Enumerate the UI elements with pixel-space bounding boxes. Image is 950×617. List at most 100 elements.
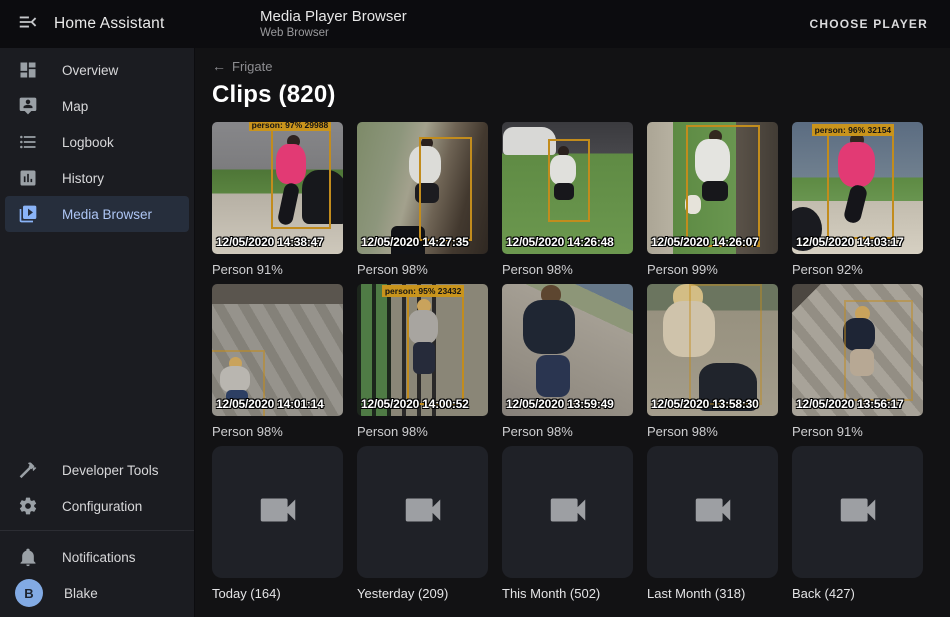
sidebar-item-label: Media Browser [62, 207, 152, 222]
folder-card: Back (427) [792, 446, 923, 601]
detection-bbox [689, 284, 762, 405]
sidebar-item-label: Overview [62, 63, 118, 78]
sidebar: Overview Map Logbook History Media Brows… [0, 48, 195, 617]
sidebar-item-overview[interactable]: Overview [5, 52, 189, 88]
sidebar-item-developer-tools[interactable]: Developer Tools [5, 452, 189, 488]
sidebar-item-profile[interactable]: B Blake [5, 575, 189, 611]
menu-open-icon [17, 11, 39, 38]
clip-caption: Person 98% [212, 424, 343, 439]
clip-card: 12/05/2020 14:01:14 Person 98% [212, 284, 343, 439]
folder-card: Last Month (318) [647, 446, 778, 601]
clip-caption: Person 99% [647, 262, 778, 277]
choose-player-button[interactable]: CHOOSE PLAYER [801, 9, 936, 39]
clip-card: 12/05/2020 13:58:30 Person 98% [647, 284, 778, 439]
clip-caption: Person 98% [502, 424, 633, 439]
detection-bbox: person: 96% 32154 [827, 134, 894, 240]
app-title: Home Assistant [54, 15, 164, 33]
scene-shape [523, 300, 575, 354]
clip-card: person: 95% 23432 12/05/2020 14:00:52 Pe… [357, 284, 488, 439]
folder-label: Back (427) [792, 586, 923, 601]
folder-label: Last Month (318) [647, 586, 778, 601]
clip-caption: Person 98% [357, 262, 488, 277]
video-camera-icon [835, 487, 881, 538]
sidebar-item-label: Logbook [62, 135, 114, 150]
detection-bbox [686, 125, 759, 248]
clip-caption: Person 98% [647, 424, 778, 439]
folder-tile[interactable] [502, 446, 633, 578]
sidebar-item-label: Notifications [62, 550, 136, 565]
clip-timestamp: 12/05/2020 14:26:07 [651, 235, 759, 249]
clip-card: person: 97% 29988 12/05/2020 14:38:47 Pe… [212, 122, 343, 277]
sidebar-item-label: History [62, 171, 104, 186]
clip-timestamp: 12/05/2020 14:01:14 [216, 397, 324, 411]
folder-card: This Month (502) [502, 446, 633, 601]
sidebar-toggle-button[interactable] [16, 12, 40, 36]
clip-timestamp: 12/05/2020 14:00:52 [361, 397, 469, 411]
clip-timestamp: 12/05/2020 14:03:17 [796, 235, 904, 249]
detection-bbox [844, 300, 912, 402]
clip-timestamp: 12/05/2020 13:58:30 [651, 397, 759, 411]
play-box-multiple-icon [18, 204, 38, 224]
detection-bbox [419, 137, 473, 241]
home-assistant-window: Home Assistant Media Player Browser Web … [0, 0, 950, 617]
folder-tile[interactable] [357, 446, 488, 578]
player-title: Media Player Browser [260, 8, 407, 26]
media-browser-content: ← Frigate Clips (820) person: 97% 29988 … [196, 48, 950, 617]
folder-label: Yesterday (209) [357, 586, 488, 601]
clip-thumbnail[interactable]: 12/05/2020 14:01:14 [212, 284, 343, 416]
detection-label: person: 96% 32154 [812, 124, 895, 136]
back-arrow-icon: ← [212, 58, 226, 74]
detection-label: person: 95% 23432 [382, 285, 465, 297]
video-camera-icon [400, 487, 446, 538]
hammer-icon [18, 460, 38, 480]
sidebar-item-label: Map [62, 99, 88, 114]
clip-thumbnail[interactable]: person: 97% 29988 12/05/2020 14:38:47 [212, 122, 343, 254]
clip-timestamp: 12/05/2020 13:56:17 [796, 397, 904, 411]
sidebar-spacer [0, 232, 194, 452]
clip-thumbnail[interactable]: 12/05/2020 14:26:07 [647, 122, 778, 254]
clip-thumbnail[interactable]: 12/05/2020 14:26:48 [502, 122, 633, 254]
clip-caption: Person 91% [212, 262, 343, 277]
folder-tile[interactable] [647, 446, 778, 578]
clip-card: 12/05/2020 13:56:17 Person 91% [792, 284, 923, 439]
clip-thumbnail[interactable]: 12/05/2020 14:27:35 [357, 122, 488, 254]
folder-tile[interactable] [792, 446, 923, 578]
player-subtitle: Web Browser [260, 26, 407, 40]
clip-thumbnail[interactable]: person: 96% 32154 12/05/2020 14:03:17 [792, 122, 923, 254]
clip-card: 12/05/2020 14:26:48 Person 98% [502, 122, 633, 277]
clip-thumbnail[interactable]: person: 95% 23432 12/05/2020 14:00:52 [357, 284, 488, 416]
breadcrumb-label: Frigate [232, 59, 272, 74]
clip-thumbnail[interactable]: 12/05/2020 13:58:30 [647, 284, 778, 416]
sidebar-item-label: Developer Tools [62, 463, 159, 478]
detection-bbox: person: 95% 23432 [407, 295, 465, 406]
clip-caption: Person 98% [502, 262, 633, 277]
folder-label: Today (164) [212, 586, 343, 601]
sidebar-item-media-browser[interactable]: Media Browser [5, 196, 189, 232]
clip-thumbnail[interactable]: 12/05/2020 13:56:17 [792, 284, 923, 416]
gear-icon [18, 496, 38, 516]
clip-card: person: 96% 32154 12/05/2020 14:03:17 Pe… [792, 122, 923, 277]
sidebar-item-history[interactable]: History [5, 160, 189, 196]
chart-box-icon [18, 168, 38, 188]
clip-caption: Person 91% [792, 424, 923, 439]
sidebar-item-map[interactable]: Map [5, 88, 189, 124]
clip-timestamp: 12/05/2020 13:59:49 [506, 397, 614, 411]
sidebar-item-notifications[interactable]: Notifications [5, 539, 189, 575]
folder-tile[interactable] [212, 446, 343, 578]
page-title: Clips (820) [212, 81, 950, 109]
list-bulleted-icon [18, 132, 38, 152]
clip-card: 12/05/2020 14:27:35 Person 98% [357, 122, 488, 277]
clip-timestamp: 12/05/2020 14:26:48 [506, 235, 614, 249]
clip-caption: Person 98% [357, 424, 488, 439]
avatar: B [15, 579, 43, 607]
folder-label: This Month (502) [502, 586, 633, 601]
clip-timestamp: 12/05/2020 14:27:35 [361, 235, 469, 249]
breadcrumb-back-frigate[interactable]: ← Frigate [212, 58, 272, 74]
video-camera-icon [255, 487, 301, 538]
clips-grid: person: 97% 29988 12/05/2020 14:38:47 Pe… [212, 122, 950, 601]
clip-thumbnail[interactable]: 12/05/2020 13:59:49 [502, 284, 633, 416]
detection-bbox [548, 139, 590, 222]
sidebar-item-logbook[interactable]: Logbook [5, 124, 189, 160]
sidebar-item-configuration[interactable]: Configuration [5, 488, 189, 524]
scene-shape [536, 355, 570, 397]
